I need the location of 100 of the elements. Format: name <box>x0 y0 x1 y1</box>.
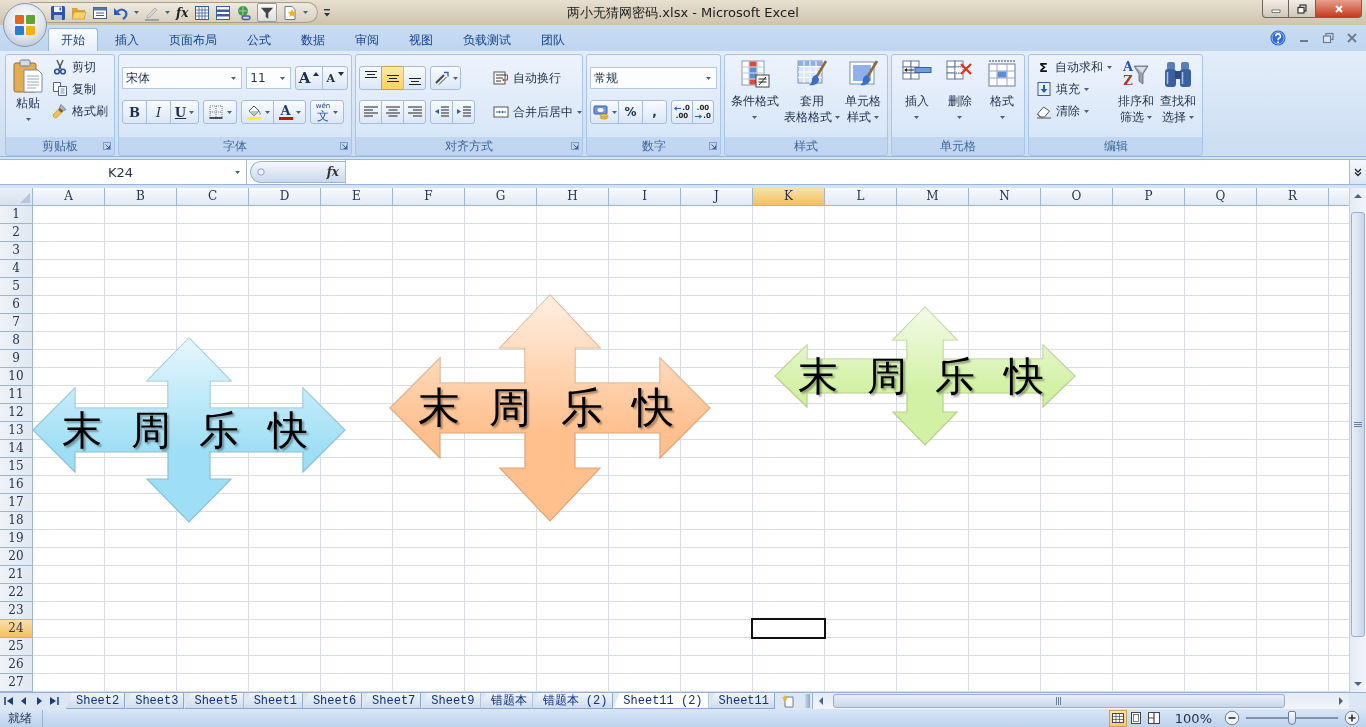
row-header[interactable]: 6 <box>0 296 33 314</box>
accounting-format-button[interactable] <box>590 100 619 124</box>
row-header[interactable]: 16 <box>0 476 33 494</box>
grow-font-button[interactable]: A <box>294 66 324 90</box>
insert-button[interactable]: 插入 <box>896 55 938 137</box>
font-size-field[interactable]: 11 <box>246 67 291 89</box>
align-right-button[interactable] <box>403 100 426 124</box>
row-header[interactable]: 1 <box>0 206 33 224</box>
selected-cell[interactable] <box>751 618 826 639</box>
close-icon[interactable] <box>1346 32 1358 44</box>
cut-button[interactable]: 剪切 <box>49 56 111 78</box>
column-header[interactable]: A <box>33 188 105 206</box>
column-header[interactable]: H <box>537 188 609 206</box>
row-header[interactable]: 26 <box>0 656 33 674</box>
format-painter-button[interactable]: 格式刷 <box>49 100 111 122</box>
clear-button[interactable]: 清除 <box>1033 100 1115 122</box>
find-select-button[interactable]: 查找和 选择 <box>1157 55 1199 137</box>
minimize-button[interactable] <box>1262 0 1289 18</box>
scrollbar-thumb[interactable] <box>833 694 1285 708</box>
column-header[interactable]: I <box>609 188 681 206</box>
format-button[interactable]: 格式 <box>981 55 1023 137</box>
column-header[interactable]: M <box>897 188 969 206</box>
cell-grid[interactable] <box>33 206 1349 692</box>
dialog-launcher-icon[interactable] <box>709 142 717 150</box>
fill-button[interactable]: 填充 <box>1033 78 1115 100</box>
function-button[interactable]: fx <box>250 161 345 183</box>
restore-icon[interactable] <box>1322 32 1334 44</box>
column-header[interactable]: P <box>1113 188 1185 206</box>
row-header[interactable]: 4 <box>0 260 33 278</box>
conditional-format-button[interactable]: 条件格式 <box>726 55 784 137</box>
sheet-tab[interactable]: Sheet2 <box>66 693 126 709</box>
column-header[interactable]: K <box>753 188 825 206</box>
copy-button[interactable]: 复制 <box>49 78 111 100</box>
row-header[interactable]: 17 <box>0 494 33 512</box>
sheet-tab[interactable]: Sheet11 (2) <box>613 693 709 709</box>
zoom-out-icon[interactable] <box>1224 710 1240 726</box>
sheet-tab[interactable]: Sheet5 <box>184 693 244 709</box>
restore-button[interactable] <box>1289 0 1316 18</box>
row-header[interactable]: 12 <box>0 404 33 422</box>
column-header[interactable]: G <box>465 188 537 206</box>
row-header[interactable]: 27 <box>0 674 33 692</box>
sheet-tab[interactable]: Sheet7 <box>362 693 422 709</box>
ribbon-tab[interactable]: 审阅 <box>342 28 392 51</box>
star-document-icon[interactable] <box>282 4 299 21</box>
column-header[interactable]: O <box>1041 188 1113 206</box>
save-icon[interactable] <box>50 4 66 21</box>
sheet-tab[interactable]: 错题本 (2) <box>532 693 614 709</box>
underline-button[interactable]: U <box>170 100 199 124</box>
ribbon-tab[interactable]: 开始 <box>48 28 98 51</box>
row-header[interactable]: 2 <box>0 224 33 242</box>
borders-button[interactable] <box>203 100 237 124</box>
fill-color-button[interactable] <box>241 100 274 124</box>
number-format-field[interactable]: 常规 <box>590 67 717 89</box>
ribbon-tab[interactable]: 团队 <box>528 28 578 51</box>
column-header[interactable]: D <box>249 188 321 206</box>
comma-button[interactable]: , <box>642 100 667 124</box>
filter-button[interactable] <box>257 3 278 22</box>
zoom-level-text[interactable]: 100% <box>1174 710 1212 726</box>
middle-align-button[interactable] <box>381 66 404 90</box>
bottom-align-button[interactable] <box>403 66 426 90</box>
cell-styles-button[interactable]: 单元格 样式 <box>840 55 886 137</box>
sheet-tab[interactable]: 错题本 <box>480 693 533 709</box>
align-left-button[interactable] <box>359 100 382 124</box>
autosum-button[interactable]: Σ 自动求和 <box>1033 56 1115 78</box>
column-header[interactable]: C <box>177 188 249 206</box>
column-header[interactable]: R <box>1257 188 1329 206</box>
column-header[interactable]: Q <box>1185 188 1257 206</box>
zoom-in-icon[interactable] <box>1344 710 1360 726</box>
row-header[interactable]: 24 <box>0 620 33 638</box>
paste-button[interactable]: 粘贴 <box>7 55 49 137</box>
italic-button[interactable]: I <box>146 100 171 124</box>
row-header[interactable]: 20 <box>0 548 33 566</box>
decrease-indent-button[interactable] <box>430 100 453 124</box>
column-header[interactable]: J <box>681 188 753 206</box>
row-header[interactable]: 21 <box>0 566 33 584</box>
row-header[interactable]: 22 <box>0 584 33 602</box>
top-align-button[interactable] <box>359 66 382 90</box>
dialog-launcher-icon[interactable] <box>103 142 111 150</box>
ribbon-tab[interactable]: 页面布局 <box>156 28 230 51</box>
sheet-tab[interactable]: Sheet1 <box>243 693 303 709</box>
close-button[interactable] <box>1316 0 1362 18</box>
split-handle[interactable] <box>805 694 810 708</box>
row-header[interactable]: 8 <box>0 332 33 350</box>
column-header[interactable]: B <box>105 188 177 206</box>
increase-indent-button[interactable] <box>452 100 475 124</box>
normal-view-button[interactable] <box>1108 709 1127 727</box>
percent-button[interactable]: % <box>618 100 643 124</box>
ribbon-tab[interactable]: 负载测试 <box>450 28 524 51</box>
sheet-tab[interactable]: Sheet6 <box>302 693 363 709</box>
font-color-button[interactable]: A <box>273 100 306 124</box>
form-icon[interactable] <box>92 4 108 21</box>
row-header[interactable]: 5 <box>0 278 33 296</box>
row-header[interactable]: 7 <box>0 314 33 332</box>
column-header[interactable]: N <box>969 188 1041 206</box>
customize-toolbar-icon[interactable] <box>323 7 332 18</box>
expand-formula-button[interactable] <box>1349 160 1366 184</box>
dialog-launcher-icon[interactable] <box>571 142 579 150</box>
column-header[interactable]: L <box>825 188 897 206</box>
row-header[interactable]: 14 <box>0 440 33 458</box>
ribbon-tab[interactable]: 插入 <box>102 28 152 51</box>
